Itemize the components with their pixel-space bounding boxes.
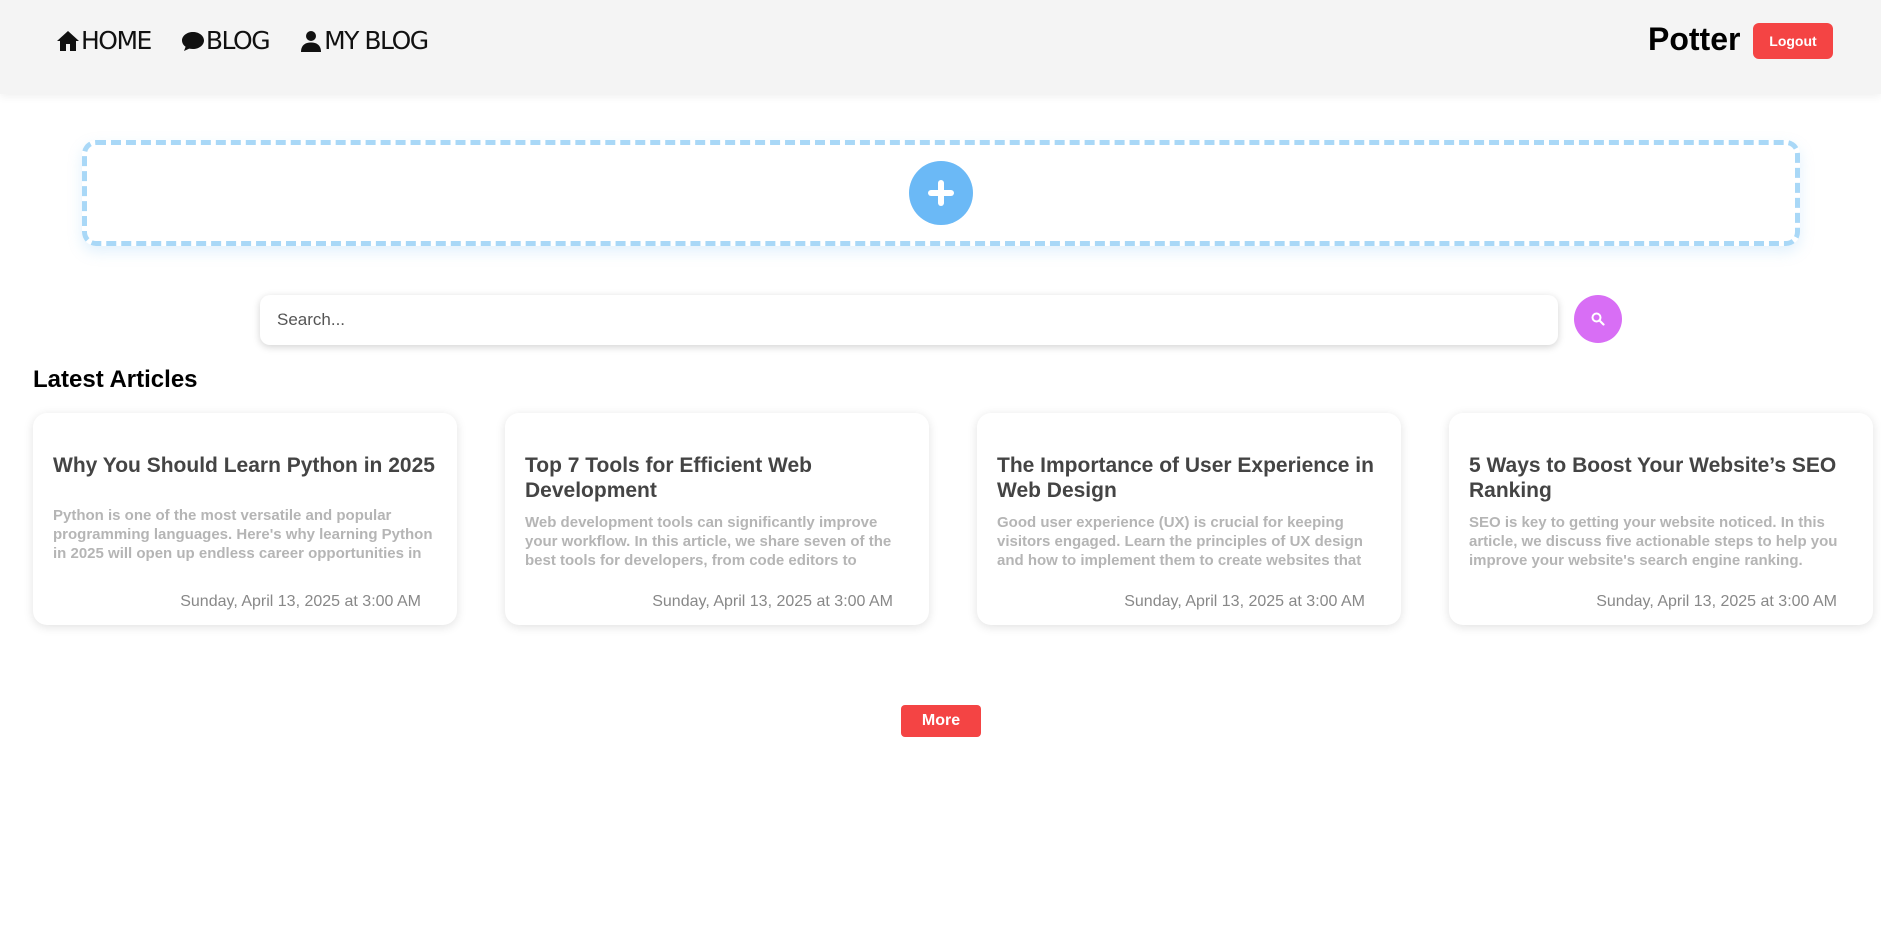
nav-item-blog[interactable]: BLOG bbox=[181, 26, 271, 55]
comment-icon bbox=[181, 31, 204, 51]
top-navbar: HOME BLOG MY BLOG Potter Logout bbox=[0, 0, 1881, 94]
article-title: The Importance of User Experience in Web… bbox=[997, 454, 1374, 502]
nav-item-label: HOME bbox=[81, 26, 152, 55]
article-date: Sunday, April 13, 2025 at 3:00 AM bbox=[652, 593, 893, 610]
article-date: Sunday, April 13, 2025 at 3:00 AM bbox=[1596, 593, 1837, 610]
main-nav: HOME BLOG MY BLOG bbox=[56, 26, 458, 55]
home-icon bbox=[57, 30, 79, 51]
article-excerpt: Good user experience (UX) is crucial for… bbox=[997, 514, 1363, 569]
article-title: 5 Ways to Boost Your Website’s SEO Ranki… bbox=[1469, 454, 1837, 502]
article-card[interactable]: 5 Ways to Boost Your Website’s SEO Ranki… bbox=[1449, 413, 1873, 625]
article-date: Sunday, April 13, 2025 at 3:00 AM bbox=[180, 593, 421, 610]
user-icon bbox=[301, 30, 322, 52]
section-title: Latest Articles bbox=[33, 366, 198, 393]
search-input[interactable] bbox=[260, 295, 1558, 345]
plus-icon bbox=[928, 180, 954, 206]
nav-item-home[interactable]: HOME bbox=[56, 26, 152, 55]
article-card[interactable]: The Importance of User Experience in Web… bbox=[977, 413, 1401, 625]
article-date: Sunday, April 13, 2025 at 3:00 AM bbox=[1124, 593, 1365, 610]
article-card[interactable]: Top 7 Tools for Efficient Web Developmen… bbox=[505, 413, 929, 625]
add-post-button[interactable] bbox=[909, 161, 973, 225]
article-title: Why You Should Learn Python in 2025 bbox=[53, 454, 435, 477]
article-excerpt: Web development tools can significantly … bbox=[525, 514, 892, 569]
nav-item-my-blog[interactable]: MY BLOG bbox=[299, 26, 429, 55]
logout-button[interactable]: Logout bbox=[1753, 23, 1833, 59]
search-button[interactable] bbox=[1574, 295, 1622, 343]
search-icon bbox=[1591, 312, 1605, 326]
nav-item-label: MY BLOG bbox=[324, 26, 429, 55]
username: Potter bbox=[1648, 21, 1741, 57]
article-excerpt: Python is one of the most versatile and … bbox=[53, 507, 433, 562]
nav-item-label: BLOG bbox=[205, 26, 271, 55]
article-title: Top 7 Tools for Efficient Web Developmen… bbox=[525, 454, 812, 502]
article-card[interactable]: Why You Should Learn Python in 2025 Pyth… bbox=[33, 413, 457, 625]
article-excerpt: SEO is key to getting your website notic… bbox=[1469, 514, 1838, 569]
more-button[interactable]: More bbox=[901, 705, 981, 737]
